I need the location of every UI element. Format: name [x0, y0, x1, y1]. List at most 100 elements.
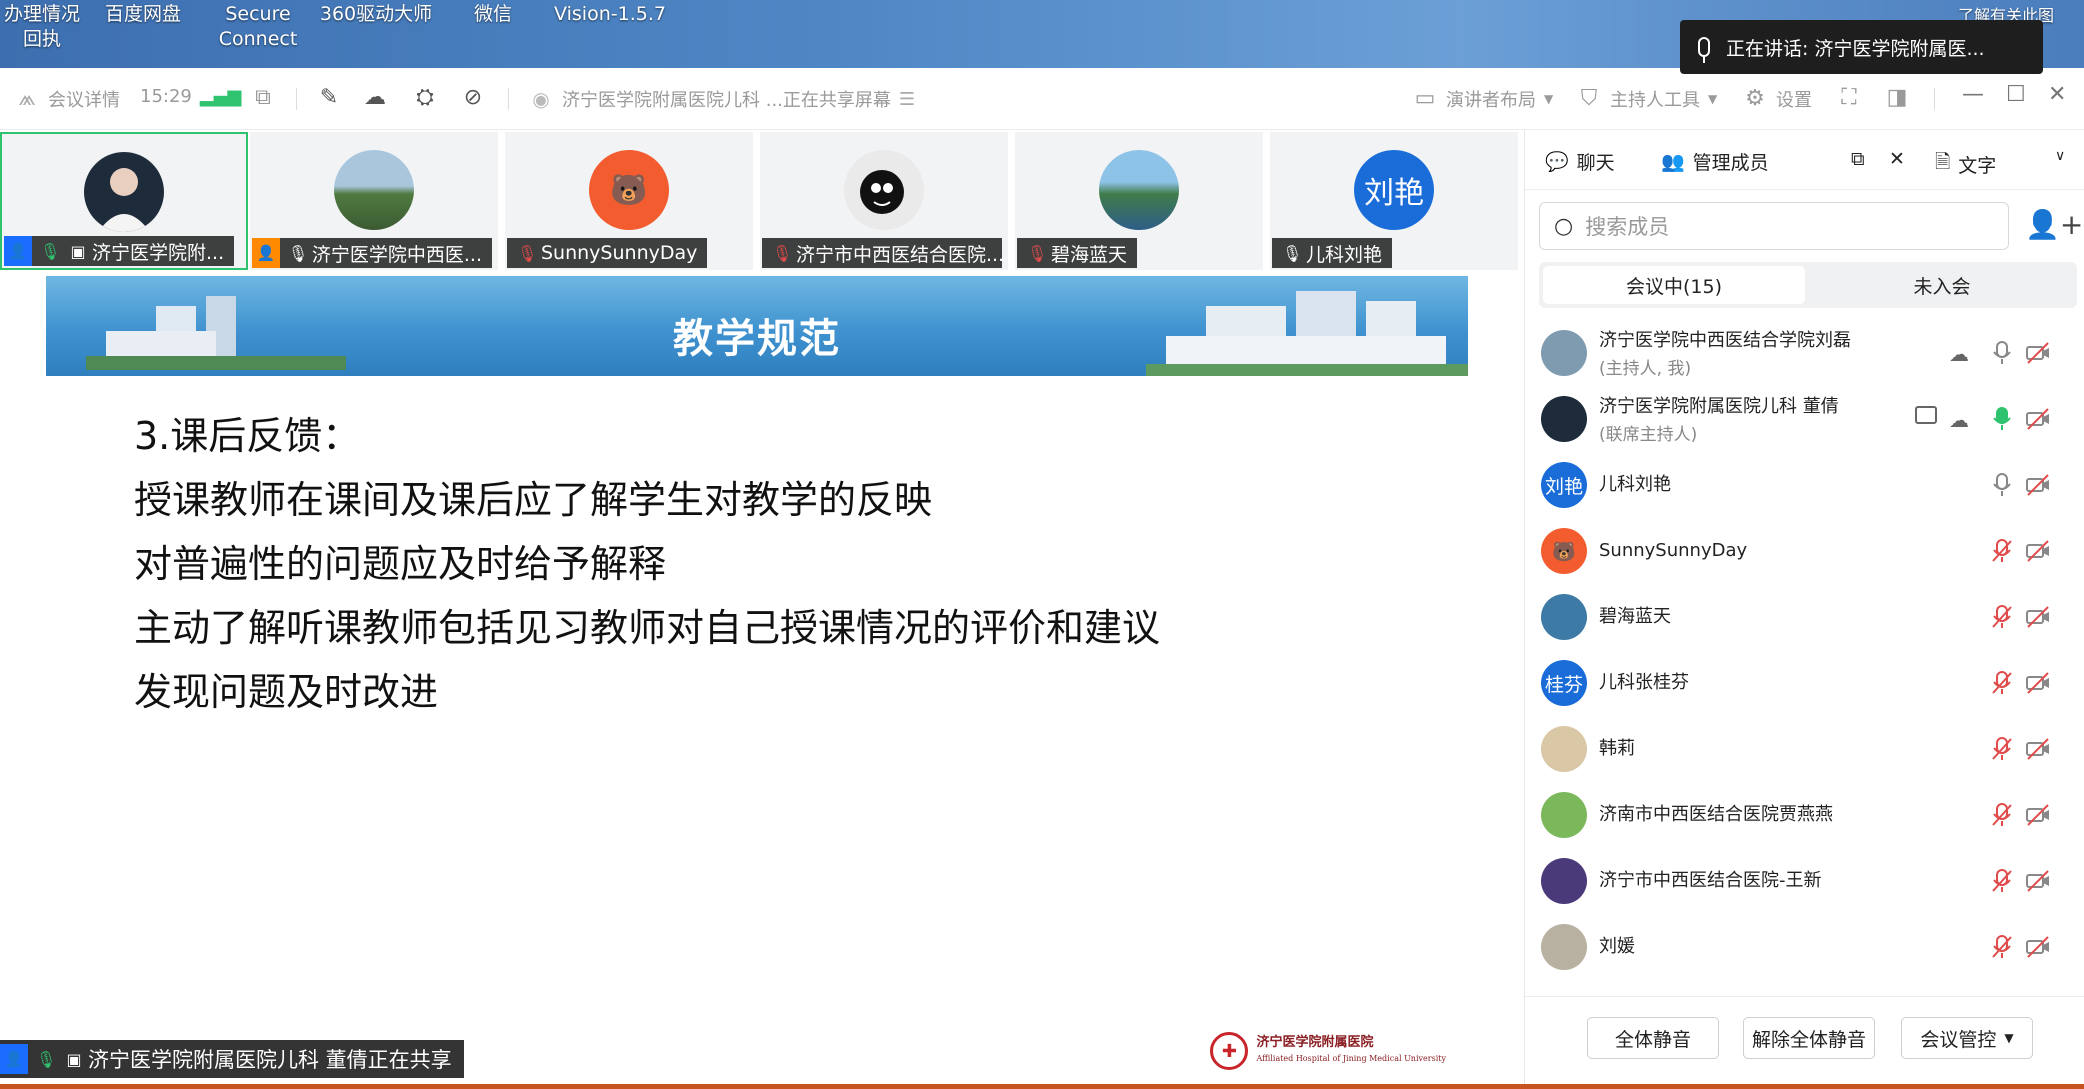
avatar: 刘艳 [1541, 462, 1587, 508]
camera-off-icon[interactable] [2025, 802, 2051, 828]
tab-text[interactable]: 🗎 文字 [1935, 148, 1996, 180]
member-name: 刘媛 [1599, 936, 1635, 957]
slide-line: 3.课后反馈： [134, 414, 361, 458]
desktop-icon-label: Secure Connect [218, 3, 298, 50]
camera-off-icon[interactable] [2025, 736, 2051, 762]
popout-button[interactable]: ⧉ [250, 86, 276, 110]
toolbar-divider [508, 88, 509, 110]
camera-off-icon[interactable] [2025, 934, 2051, 960]
maximize-button[interactable]: ☐ [2006, 82, 2026, 107]
member-row[interactable]: 碧海蓝天 [1525, 584, 2084, 650]
eye-off-icon: ⊘ [463, 85, 483, 110]
member-row[interactable]: 刘艳 儿科刘艳 [1525, 452, 2084, 518]
camera-off-icon[interactable] [2025, 670, 2051, 696]
member-row[interactable]: 济宁医学院附属医院儿科 董倩 (联席主持人) ☁ [1525, 386, 2084, 452]
more-tabs-button[interactable]: ∨ [2055, 148, 2065, 164]
cloud-record-button[interactable]: ☁ [362, 86, 388, 110]
minimize-button[interactable]: — [1962, 82, 1984, 107]
participant-tile[interactable]: 刘艳 🎙 儿科刘艳 [1270, 132, 1518, 270]
microphone-icon[interactable] [1990, 406, 2014, 432]
desktop-icon[interactable]: 360驱动大师 [318, 2, 434, 27]
tab-members[interactable]: 👥 管理成员 [1661, 148, 1769, 175]
sidebar-toggle-button[interactable]: ◨ [1884, 86, 1910, 110]
caret-down-icon: ▼ [2004, 1031, 2014, 1045]
chevron-down-icon: ∨ [2055, 148, 2066, 164]
microphone-muted-icon[interactable] [1990, 538, 2014, 564]
toolbar-divider [296, 88, 297, 110]
host-tools-label: 主持人工具 [1610, 90, 1700, 111]
member-search[interactable]: ○ 搜索成员 [1539, 202, 2009, 250]
member-name: 济南市中西医结合医院贾燕燕 [1599, 804, 1833, 825]
close-panel-button[interactable]: ✕ [1889, 148, 1905, 170]
microphone-muted-icon: 🎙 [1027, 243, 1048, 263]
cloud-record-icon: ☁ [1949, 408, 1969, 432]
member-row[interactable]: 济南市中西医结合医院贾燕燕 [1525, 782, 2084, 848]
desktop-icon[interactable]: 微信 [462, 2, 524, 27]
shield-icon: ◉ [532, 87, 550, 111]
fullscreen-button[interactable]: ⛶ [1836, 86, 1862, 110]
slide-line: 对普遍性的问题应及时给予解释 [134, 542, 667, 586]
hide-button[interactable]: ⊘ [460, 86, 486, 110]
member-row[interactable]: 济宁医学院中西医结合学院刘磊 (主持人, 我) ☁ [1525, 320, 2084, 386]
participant-tile[interactable]: 🎙 济宁市中西医结合医院... [760, 132, 1008, 270]
participant-tile[interactable]: 👤 🎙 济宁医学院中西医... [250, 132, 498, 270]
host-tools-button[interactable]: ⛉ 主持人工具 ▼ [1576, 86, 1718, 112]
microphone-muted-icon[interactable] [1990, 604, 2014, 630]
microphone-icon: 🎙 [1282, 243, 1303, 263]
tab-chat[interactable]: 💬 聊天 [1545, 148, 1615, 175]
meeting-details-button[interactable]: ⩕ 会议详情 [14, 86, 120, 112]
close-icon: ✕ [2048, 82, 2067, 107]
add-user-button[interactable]: 👤+ [2025, 208, 2083, 241]
meeting-time-label: 15:29 [140, 86, 192, 107]
avatar [1541, 726, 1587, 772]
unmute-all-label: 解除全体静音 [1751, 1028, 1866, 1051]
member-row[interactable]: 济宁市中西医结合医院-王新 [1525, 848, 2084, 914]
panel-tabs: 💬 聊天 👥 管理成员 ⧉ ✕ 🗎 文字 ∨ [1525, 130, 2084, 190]
participant-tile[interactable]: 👤 🎙 ▣ 济宁医学院附... [0, 132, 248, 270]
microphone-muted-icon[interactable] [1990, 868, 2014, 894]
participant-name-tag: 👤 🎙 济宁医学院中西医... [252, 238, 492, 268]
desktop-icon[interactable]: 办理情况 回执 [0, 2, 92, 52]
camera-off-icon[interactable] [2025, 406, 2051, 432]
filter-in-meeting[interactable]: 会议中(15) [1543, 266, 1805, 304]
camera-off-icon[interactable] [2025, 868, 2051, 894]
microphone-muted-icon: 🎙 [772, 243, 793, 263]
camera-off-icon[interactable] [2025, 604, 2051, 630]
participant-tile[interactable]: 🐻 🎙 SunnySunnyDay [505, 132, 753, 270]
desktop-icon[interactable]: Secure Connect [212, 2, 304, 52]
annotate-button[interactable]: ✎ [316, 86, 342, 110]
member-filter: 会议中(15) 未入会 [1539, 262, 2077, 308]
member-row[interactable]: 韩莉 [1525, 716, 2084, 782]
meeting-time: 15:29 ▂▄▆ [140, 86, 241, 107]
microphone-icon: 🎙 [287, 243, 309, 263]
member-row[interactable]: 桂芬 儿科张桂芬 [1525, 650, 2084, 716]
filter-not-joined[interactable]: 未入会 [1811, 266, 2073, 304]
camera-off-icon[interactable] [2025, 538, 2051, 564]
user-sync-button[interactable]: ⛭ [412, 86, 438, 110]
popout-panel-button[interactable]: ⧉ [1851, 148, 1865, 170]
desktop-icon[interactable]: 百度网盘 [100, 2, 186, 27]
microphone-muted-icon[interactable] [1990, 934, 2014, 960]
unmute-all-button[interactable]: 解除全体静音 [1743, 1017, 1875, 1059]
member-row[interactable]: 刘媛 [1525, 914, 2084, 980]
microphone-muted-icon[interactable] [1990, 736, 2014, 762]
microphone-muted-icon[interactable] [1990, 802, 2014, 828]
camera-off-icon[interactable] [2025, 340, 2051, 366]
meeting-control-button[interactable]: 会议管控 ▼ [1901, 1017, 2033, 1059]
microphone-icon [1698, 37, 1710, 63]
microphone-icon[interactable] [1990, 472, 2014, 498]
microphone-icon[interactable] [1990, 340, 2014, 366]
camera-off-icon[interactable] [2025, 472, 2051, 498]
presenter-layout-button[interactable]: ▭ 演讲者布局 ▼ [1412, 86, 1554, 112]
settings-button[interactable]: ⚙ 设置 [1742, 86, 1812, 112]
desktop-icon[interactable]: Vision-1.5.7 [552, 2, 668, 27]
participant-tile[interactable]: 🎙 碧海蓝天 [1015, 132, 1263, 270]
fullscreen-icon: ⛶ [1841, 85, 1857, 110]
popout-icon: ⧉ [1851, 148, 1865, 170]
microphone-muted-icon[interactable] [1990, 670, 2014, 696]
mute-all-button[interactable]: 全体静音 [1587, 1017, 1719, 1059]
close-window-button[interactable]: ✕ [2048, 82, 2066, 107]
user-sync-icon: ⛭ [416, 85, 434, 110]
member-row[interactable]: 🐻 SunnySunnyDay [1525, 518, 2084, 584]
chevron-down-icon: ▼ [1544, 92, 1554, 106]
